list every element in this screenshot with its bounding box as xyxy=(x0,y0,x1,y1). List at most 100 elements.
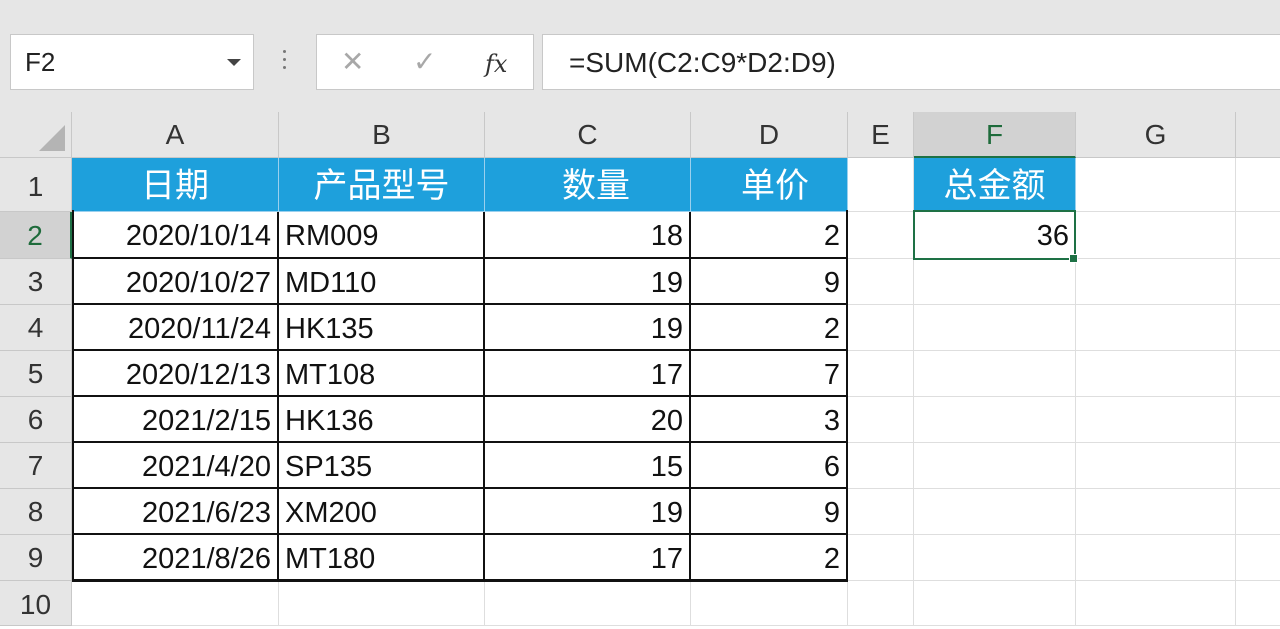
table-cell[interactable]: 2020/11/24 xyxy=(72,305,279,351)
empty-cell[interactable] xyxy=(279,581,485,626)
table-cell[interactable]: HK135 xyxy=(279,305,485,351)
table-cell[interactable]: 20 xyxy=(485,397,691,443)
empty-cell[interactable] xyxy=(914,351,1076,397)
cell-e1[interactable] xyxy=(848,158,914,212)
row-header-2[interactable]: 2 xyxy=(0,212,72,259)
table-cell[interactable]: 2 xyxy=(691,305,848,351)
table-cell[interactable]: MT108 xyxy=(279,351,485,397)
empty-cell[interactable] xyxy=(72,581,279,626)
empty-cell[interactable] xyxy=(848,581,914,626)
empty-cell[interactable] xyxy=(914,489,1076,535)
table-cell[interactable]: SP135 xyxy=(279,443,485,489)
empty-cell[interactable] xyxy=(914,259,1076,305)
table-cell[interactable]: 9 xyxy=(691,259,848,305)
table-cell[interactable]: 19 xyxy=(485,489,691,535)
table-cell[interactable]: 18 xyxy=(485,212,691,259)
empty-cell[interactable] xyxy=(848,489,914,535)
empty-cell[interactable] xyxy=(848,397,914,443)
table-cell[interactable]: 19 xyxy=(485,305,691,351)
column-header-h[interactable] xyxy=(1236,112,1280,158)
table-cell[interactable]: 2021/4/20 xyxy=(72,443,279,489)
table-cell[interactable]: 2021/2/15 xyxy=(72,397,279,443)
column-header-c[interactable]: C xyxy=(485,112,691,158)
empty-cell[interactable] xyxy=(1236,305,1280,351)
empty-cell[interactable] xyxy=(1076,443,1236,489)
empty-cell[interactable] xyxy=(1236,535,1280,581)
insert-function-icon[interactable]: fx xyxy=(485,47,507,81)
empty-cell[interactable] xyxy=(848,443,914,489)
empty-cell[interactable] xyxy=(848,212,914,259)
row-header-8[interactable]: 8 xyxy=(0,489,72,535)
table-cell[interactable]: MT180 xyxy=(279,535,485,581)
empty-cell[interactable] xyxy=(848,305,914,351)
empty-cell[interactable] xyxy=(1236,443,1280,489)
more-options-icon[interactable] xyxy=(283,50,287,74)
empty-cell[interactable] xyxy=(848,259,914,305)
empty-cell[interactable] xyxy=(914,581,1076,626)
table-cell[interactable]: HK136 xyxy=(279,397,485,443)
row-header-9[interactable]: 9 xyxy=(0,535,72,581)
select-all-button[interactable] xyxy=(0,112,72,158)
enter-icon[interactable]: ✓ xyxy=(413,45,436,79)
cell-g1[interactable] xyxy=(1076,158,1236,212)
empty-cell[interactable] xyxy=(1236,212,1280,259)
table-cell[interactable]: XM200 xyxy=(279,489,485,535)
row-header-5[interactable]: 5 xyxy=(0,351,72,397)
row-header-7[interactable]: 7 xyxy=(0,443,72,489)
name-box-value[interactable]: F2 xyxy=(25,47,55,78)
row-header-6[interactable]: 6 xyxy=(0,397,72,443)
column-header-b[interactable]: B xyxy=(279,112,485,158)
empty-cell[interactable] xyxy=(848,351,914,397)
empty-cell[interactable] xyxy=(1076,489,1236,535)
empty-cell[interactable] xyxy=(1236,489,1280,535)
table-cell[interactable]: 2021/6/23 xyxy=(72,489,279,535)
table-cell[interactable]: 2020/10/27 xyxy=(72,259,279,305)
empty-cell[interactable] xyxy=(914,535,1076,581)
table-cell[interactable]: 2020/12/13 xyxy=(72,351,279,397)
table-cell[interactable]: 2020/10/14 xyxy=(72,212,279,259)
column-header-g[interactable]: G xyxy=(1076,112,1236,158)
table-cell[interactable]: 7 xyxy=(691,351,848,397)
column-header-e[interactable]: E xyxy=(848,112,914,158)
header-cell-price[interactable]: 单价 xyxy=(691,158,848,212)
empty-cell[interactable] xyxy=(1076,351,1236,397)
empty-cell[interactable] xyxy=(1236,397,1280,443)
table-cell[interactable]: MD110 xyxy=(279,259,485,305)
table-cell[interactable]: 2 xyxy=(691,212,848,259)
table-cell[interactable]: RM009 xyxy=(279,212,485,259)
empty-cell[interactable] xyxy=(1076,581,1236,626)
row-header-3[interactable]: 3 xyxy=(0,259,72,305)
empty-cell[interactable] xyxy=(914,397,1076,443)
empty-cell[interactable] xyxy=(848,535,914,581)
empty-cell[interactable] xyxy=(1076,397,1236,443)
empty-cell[interactable] xyxy=(1236,581,1280,626)
table-cell[interactable]: 19 xyxy=(485,259,691,305)
name-box[interactable]: F2 xyxy=(10,34,254,90)
empty-cell[interactable] xyxy=(914,305,1076,351)
empty-cell[interactable] xyxy=(691,581,848,626)
row-header-4[interactable]: 4 xyxy=(0,305,72,351)
table-cell[interactable]: 17 xyxy=(485,351,691,397)
cell-h1[interactable] xyxy=(1236,158,1280,212)
column-header-f[interactable]: F xyxy=(914,112,1076,158)
header-cell-total[interactable]: 总金额 xyxy=(914,158,1076,212)
column-header-d[interactable]: D xyxy=(691,112,848,158)
header-cell-date[interactable]: 日期 xyxy=(72,158,279,212)
column-header-a[interactable]: A xyxy=(72,112,279,158)
empty-cell[interactable] xyxy=(1076,212,1236,259)
formula-text[interactable]: =SUM(C2:C9*D2:D9) xyxy=(569,47,836,79)
total-value-cell[interactable]: 36 xyxy=(914,212,1076,259)
row-header-1[interactable]: 1 xyxy=(0,158,72,212)
fill-handle[interactable] xyxy=(1069,254,1078,263)
table-cell[interactable]: 9 xyxy=(691,489,848,535)
cancel-icon[interactable]: ✕ xyxy=(341,45,364,79)
table-cell[interactable]: 2 xyxy=(691,535,848,581)
empty-cell[interactable] xyxy=(1076,305,1236,351)
table-cell[interactable]: 6 xyxy=(691,443,848,489)
empty-cell[interactable] xyxy=(485,581,691,626)
header-cell-model[interactable]: 产品型号 xyxy=(279,158,485,212)
row-header-10[interactable]: 10 xyxy=(0,581,72,626)
formula-input[interactable]: =SUM(C2:C9*D2:D9) xyxy=(542,34,1280,90)
empty-cell[interactable] xyxy=(1076,259,1236,305)
empty-cell[interactable] xyxy=(1236,351,1280,397)
